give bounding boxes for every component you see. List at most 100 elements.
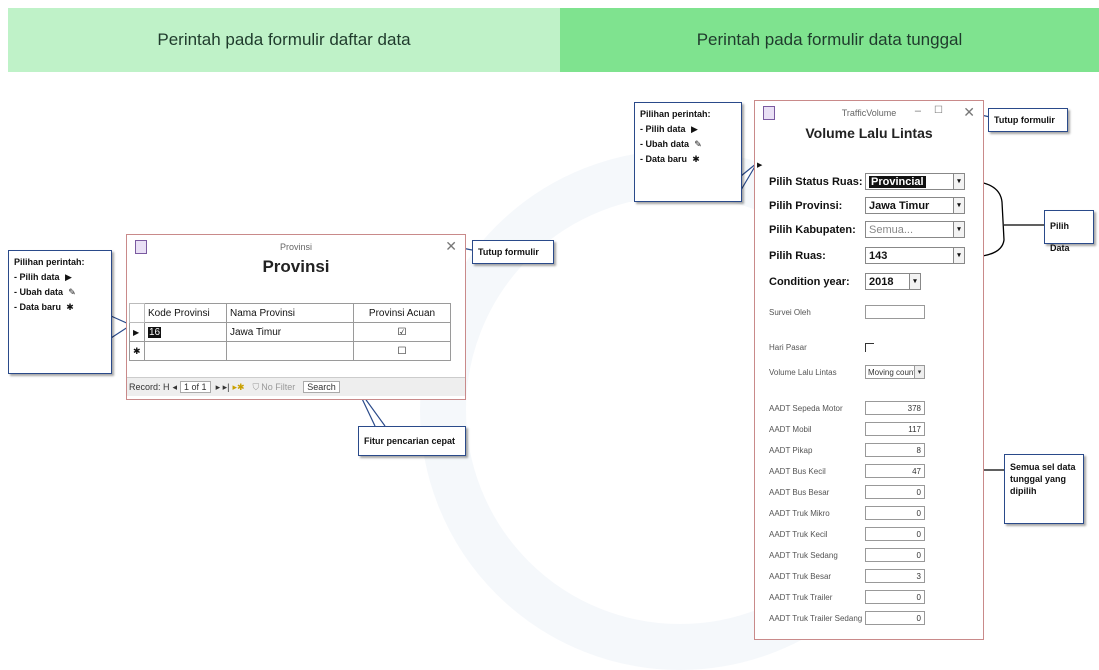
record-selector-icon[interactable]: ▶ — [757, 161, 762, 169]
aadt-value-field[interactable]: 0 — [865, 485, 925, 499]
callout-item-baru: - Data baru ✱ — [14, 300, 106, 315]
table-row[interactable]: ✱ ☐ — [129, 341, 451, 361]
provinsi-titlebar: Provinsi ✕ — [127, 235, 465, 259]
provinsi-form-title: Provinsi — [262, 257, 330, 276]
aadt-value-field[interactable]: 0 — [865, 590, 925, 604]
dropdown-value: Semua... — [869, 223, 914, 236]
field-hari-pasar: Hari Pasar — [769, 343, 874, 352]
ruas-dropdown[interactable]: 143 ▾ — [865, 247, 965, 264]
close-form-callout-left: Tutup formulir — [472, 240, 554, 264]
callout-item-pilih: - Pilih data ▶ — [640, 122, 736, 137]
field-label: AADT Truk Mikro — [769, 508, 830, 518]
callout-title: Pilihan perintah: — [640, 109, 711, 119]
volume-lalu-lintas-dropdown[interactable]: Moving count ▾ — [865, 365, 925, 379]
record-label: Record: H — [129, 382, 170, 392]
column-header-kode[interactable]: Kode Provinsi — [144, 303, 227, 323]
selected-cells-callout: Semua sel data tunggal yang dipilih — [1004, 454, 1084, 524]
field-label: AADT Truk Trailer — [769, 592, 833, 602]
chevron-down-icon[interactable]: ▾ — [909, 274, 920, 289]
aadt-value-field[interactable]: 0 — [865, 506, 925, 520]
close-icon[interactable]: ✕ — [445, 238, 457, 255]
dropdown-value: 2018 — [869, 275, 894, 288]
callout-item-pilih: - Pilih data ▶ — [14, 270, 106, 285]
status-ruas-dropdown[interactable]: Provincial ▾ — [865, 173, 965, 190]
record-position[interactable]: 1 of 1 — [180, 381, 211, 393]
chevron-down-icon[interactable]: ▾ — [953, 248, 964, 263]
commands-callout-right: Pilihan perintah: - Pilih data ▶ - Ubah d… — [634, 102, 742, 202]
close-icon[interactable]: ✕ — [963, 104, 975, 121]
field-label: AADT Truk Sedang — [769, 550, 838, 560]
chevron-down-icon[interactable]: ▾ — [953, 174, 964, 189]
provinsi-dropdown[interactable]: Jawa Timur ▾ — [865, 197, 965, 214]
chevron-down-icon[interactable]: ▾ — [914, 366, 924, 378]
field-label: Hari Pasar — [769, 343, 807, 352]
pencil-icon: ✎ — [694, 139, 702, 150]
aadt-row: AADT Sepeda Motor 378 — [769, 401, 925, 415]
field-label: Survei Oleh — [769, 307, 811, 317]
record-selector-icon: ▶ — [691, 124, 698, 135]
hari-pasar-checkbox[interactable] — [865, 343, 874, 352]
chevron-down-icon[interactable]: ▾ — [953, 222, 964, 237]
traffic-form-title: Volume Lalu Lintas — [805, 125, 933, 141]
close-form-callout-right: Tutup formulir — [988, 108, 1068, 132]
aadt-value-field[interactable]: 117 — [865, 422, 925, 436]
field-label: AADT Mobil — [769, 424, 812, 434]
dropdown-value: Provincial — [866, 175, 953, 188]
field-label: Pilih Status Ruas: — [769, 175, 863, 188]
aadt-row: AADT Bus Kecil 47 — [769, 464, 925, 478]
aadt-row: AADT Bus Besar 0 — [769, 485, 925, 499]
callout-item-ubah: - Ubah data ✎ — [14, 285, 106, 300]
provinsi-datasheet: Kode Provinsi Nama Provinsi Provinsi Acu… — [129, 303, 451, 361]
cell-acuan-checkbox[interactable]: ☐ — [353, 341, 451, 361]
cell-kode[interactable]: 16 — [144, 322, 227, 342]
dropdown-value-text: Provincial — [869, 175, 926, 188]
field-label: AADT Truk Trailer Sedang — [769, 613, 863, 623]
aadt-value-field[interactable]: 378 — [865, 401, 925, 415]
condition-year-dropdown[interactable]: 2018 ▾ — [865, 273, 921, 290]
quick-search-callout: Fitur pencarian cepat — [358, 426, 466, 456]
search-input[interactable]: Search — [303, 381, 340, 393]
field-label: Condition year: — [769, 275, 850, 288]
prev-record-icon[interactable]: ◂ — [173, 382, 178, 393]
provinsi-window-title: Provinsi — [279, 242, 312, 252]
record-selector-icon[interactable]: ▶ — [129, 322, 145, 342]
aadt-value-field[interactable]: 47 — [865, 464, 925, 478]
aadt-value-field[interactable]: 3 — [865, 569, 925, 583]
cell-acuan-checkbox[interactable]: ☑ — [353, 322, 451, 342]
aadt-value-field[interactable]: 8 — [865, 443, 925, 457]
close-form-label: Tutup formulir — [478, 247, 539, 257]
cell-nama[interactable] — [226, 341, 354, 361]
field-survei-oleh: Survei Oleh — [769, 305, 925, 319]
aadt-row: AADT Truk Mikro 0 — [769, 506, 925, 520]
table-row[interactable]: ▶ 16 Jawa Timur ☑ — [129, 322, 451, 342]
column-header-nama[interactable]: Nama Provinsi — [226, 303, 354, 323]
dropdown-value: 143 — [869, 249, 888, 262]
callout-item-label: - Ubah data — [14, 287, 64, 297]
cell-kode-value: 16 — [148, 326, 162, 338]
next-record-icon[interactable]: ▸ ▸| — [216, 382, 230, 393]
aadt-value-field[interactable]: 0 — [865, 527, 925, 541]
aadt-value-field[interactable]: 0 — [865, 611, 925, 625]
maximize-icon[interactable]: ☐ — [934, 105, 943, 116]
minimize-icon[interactable]: – — [915, 105, 921, 117]
survei-oleh-input[interactable] — [865, 305, 925, 319]
selector-kabupaten: Pilih Kabupaten: Semua... ▾ — [769, 221, 965, 238]
filter-icon[interactable]: ⛉ — [253, 382, 260, 393]
cell-kode[interactable] — [144, 341, 227, 361]
selector-condition-year: Condition year: 2018 ▾ — [769, 273, 921, 290]
commands-callout-left: Pilihan perintah: - Pilih data ▶ - Ubah d… — [8, 250, 112, 374]
column-header-acuan[interactable]: Provinsi Acuan — [353, 303, 451, 323]
traffic-window-title: TrafficVolume — [841, 108, 897, 118]
aadt-value-field[interactable]: 0 — [865, 548, 925, 562]
field-label: Pilih Kabupaten: — [769, 223, 856, 236]
kabupaten-dropdown[interactable]: Semua... ▾ — [865, 221, 965, 238]
new-record-nav-icon[interactable]: ▸✱ — [232, 382, 244, 393]
callout-item-baru: - Data baru ✱ — [640, 152, 736, 167]
aadt-row: AADT Pikap 8 — [769, 443, 925, 457]
no-filter-button[interactable]: No Filter — [261, 382, 295, 392]
new-record-icon[interactable]: ✱ — [129, 341, 145, 361]
chevron-down-icon[interactable]: ▾ — [953, 198, 964, 213]
row-selector-header — [129, 303, 145, 323]
cell-nama[interactable]: Jawa Timur — [226, 322, 354, 342]
field-label: AADT Pikap — [769, 445, 813, 455]
